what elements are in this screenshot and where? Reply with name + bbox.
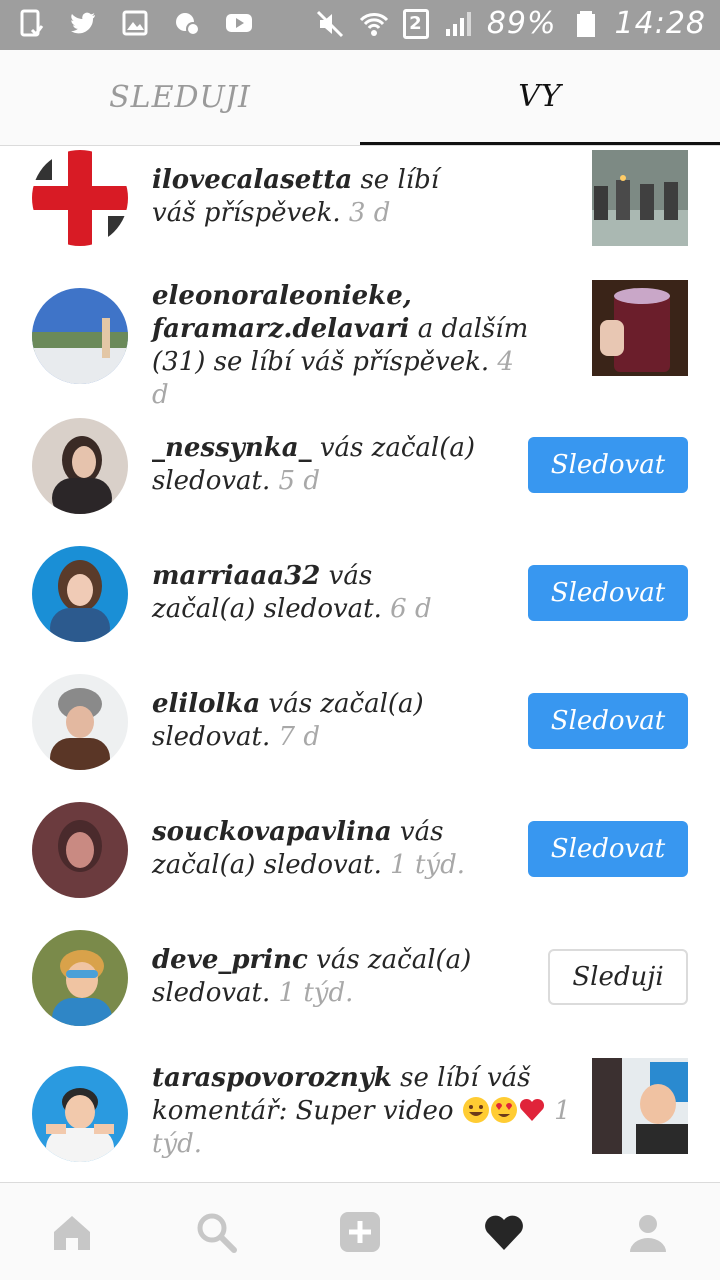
- follow-button[interactable]: Sledovat: [528, 565, 688, 621]
- follow-button[interactable]: Sledovat: [528, 437, 688, 493]
- nav-profile[interactable]: [576, 1183, 720, 1280]
- profile-icon: [630, 1214, 666, 1252]
- notification-text: elilolka vás začal(a) sledovat. 7 d: [152, 688, 482, 754]
- follow-button[interactable]: Sledovat: [528, 693, 688, 749]
- status-bar-system: 2 89% 14:28: [315, 6, 706, 41]
- tab-following[interactable]: SLEDUJI: [0, 50, 360, 145]
- heart-eyes-emoji: [490, 1097, 517, 1123]
- notification-time: 1 týd.: [270, 978, 354, 1008]
- notification-row[interactable]: elilolka vás začal(a) sledovat. 7 d Sled…: [0, 672, 720, 772]
- activity-tabs: SLEDUJI VY: [0, 50, 720, 146]
- notification-time: 6 d: [381, 594, 432, 624]
- mute-icon: [315, 9, 345, 39]
- notification-text: taraspovoroznyk se líbí váš komentář: Su…: [152, 1062, 572, 1161]
- wifi-icon: [359, 9, 389, 39]
- notification-text: deve_princ vás začal(a) sledovat. 1 týd.: [152, 944, 482, 1010]
- add-post-icon: [340, 1211, 380, 1252]
- username[interactable]: deve_princ: [152, 945, 308, 975]
- notification-time: 7 d: [270, 722, 320, 752]
- notification-row[interactable]: eleonoraleonieke, faramarz.delavari a dal…: [0, 280, 720, 410]
- youtube-icon: [224, 8, 254, 38]
- notification-row[interactable]: taraspovoroznyk se líbí váš komentář: Su…: [0, 1058, 720, 1168]
- notification-row[interactable]: ilovecalasetta se líbí váš příspěvek. 3 …: [0, 150, 720, 250]
- bottom-navigation: [0, 1182, 720, 1280]
- notification-time: 1 týd.: [381, 850, 465, 880]
- hand-cup-thumbnail[interactable]: [592, 280, 688, 376]
- notification-text: marriaaa32 vás začal(a) sledovat. 6 d: [152, 560, 482, 626]
- notification-text: _nessynka_ vás začal(a) sledovat. 5 d: [152, 432, 482, 498]
- sync-icon: [172, 8, 202, 38]
- user-avatar[interactable]: [32, 674, 128, 770]
- follow-button[interactable]: Sledovat: [528, 821, 688, 877]
- notification-row[interactable]: marriaaa32 vás začal(a) sledovat. 6 d Sl…: [0, 544, 720, 644]
- username[interactable]: ilovecalasetta: [152, 165, 352, 195]
- user-avatar[interactable]: [32, 930, 128, 1026]
- candles-thumbnail[interactable]: [592, 150, 688, 246]
- notification-text: ilovecalasetta se líbí váš příspěvek. 3 …: [152, 164, 472, 230]
- nav-home[interactable]: [0, 1183, 144, 1280]
- notification-text: eleonoraleonieke, faramarz.delavari a dal…: [152, 280, 532, 412]
- user-avatar[interactable]: [32, 546, 128, 642]
- user-avatar[interactable]: [32, 802, 128, 898]
- activity-heart-icon: [485, 1215, 523, 1250]
- nav-search[interactable]: [144, 1183, 288, 1280]
- flag-avatar[interactable]: [32, 150, 128, 246]
- following-button[interactable]: Sleduji: [548, 949, 688, 1005]
- user-avatar[interactable]: [32, 1066, 128, 1162]
- battery-percent: 89%: [486, 6, 557, 41]
- username[interactable]: _nessynka_: [152, 433, 312, 463]
- nav-add-post[interactable]: [288, 1183, 432, 1280]
- status-bar-notifications: [16, 8, 254, 38]
- username-2[interactable]: faramarz.delavari: [152, 314, 409, 344]
- username[interactable]: taraspovoroznyk: [152, 1063, 392, 1093]
- sim-icon: 2: [402, 8, 429, 39]
- joy-emoji: [462, 1097, 489, 1123]
- battery-icon: [571, 9, 601, 39]
- red-heart-emoji: [519, 1098, 544, 1121]
- signal-icon: [443, 9, 473, 39]
- username[interactable]: souckovapavlina: [152, 817, 392, 847]
- notification-row[interactable]: _nessynka_ vás začal(a) sledovat. 5 d Sl…: [0, 416, 720, 516]
- notification-row[interactable]: deve_princ vás začal(a) sledovat. 1 týd.…: [0, 928, 720, 1028]
- clock: 14:28: [614, 6, 706, 41]
- search-icon: [197, 1213, 237, 1253]
- screenshot-icon: [16, 8, 46, 38]
- username[interactable]: eleonoraleonieke,: [152, 281, 412, 311]
- notification-text: souckovapavlina vás začal(a) sledovat. 1…: [152, 816, 482, 882]
- video-thumbnail[interactable]: [592, 1058, 688, 1154]
- notification-row[interactable]: souckovapavlina vás začal(a) sledovat. 1…: [0, 800, 720, 900]
- status-bar: 2 89% 14:28: [0, 0, 720, 50]
- twitter-icon: [68, 8, 98, 38]
- home-icon: [54, 1215, 90, 1250]
- image-icon: [120, 8, 150, 38]
- user-avatar[interactable]: [32, 418, 128, 514]
- landscape-avatar[interactable]: [32, 288, 128, 384]
- username[interactable]: elilolka: [152, 689, 260, 719]
- notification-list[interactable]: ilovecalasetta se líbí váš příspěvek. 3 …: [0, 146, 720, 1182]
- username[interactable]: marriaaa32: [152, 561, 320, 591]
- notification-time: 5 d: [270, 466, 320, 496]
- tab-you[interactable]: VY: [360, 50, 720, 145]
- notification-time: 3 d: [340, 198, 391, 228]
- nav-activity[interactable]: [432, 1183, 576, 1280]
